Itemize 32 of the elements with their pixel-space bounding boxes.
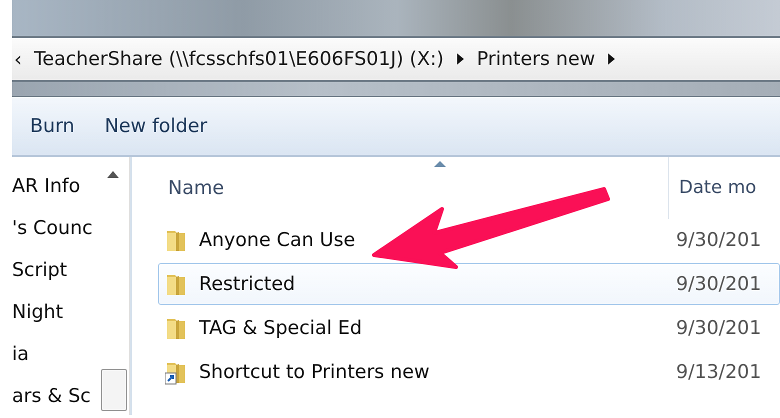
breadcrumb[interactable]: Printers new	[476, 48, 596, 70]
sidebar-item[interactable]: Night	[12, 291, 100, 333]
caret-icon[interactable]	[456, 52, 465, 66]
address-bar[interactable]: ‹ TeacherShare (\\fcsschfs01\E606FS01J) (X:) Printers new	[12, 36, 780, 82]
caret-icon[interactable]	[607, 52, 616, 66]
file-name: Shortcut to Printers new	[199, 361, 430, 383]
sidebar-item[interactable]: 's Counc	[12, 207, 100, 249]
breadcrumb[interactable]: TeacherShare (\\fcsschfs01\E606FS01J) (X:)	[34, 48, 444, 70]
sidebar-item[interactable]: ia	[12, 333, 100, 375]
overflow-chevron[interactable]: ‹	[14, 47, 22, 71]
toolbar-button[interactable]: New folder	[94, 111, 218, 141]
scrollbar[interactable]	[99, 157, 130, 415]
file-row[interactable]: Restricted 9/30/201	[158, 263, 780, 305]
date-cell-text: 9/30/201	[675, 317, 762, 339]
sort-arrow-icon	[434, 161, 446, 167]
toolbar-button[interactable]: Burn	[20, 111, 85, 141]
scroll-up-icon[interactable]	[107, 171, 120, 178]
sidebar-item[interactable]: AR Info	[12, 165, 100, 207]
sidebar-item[interactable]: ars & Sc	[12, 375, 100, 415]
column-header[interactable]: Name	[158, 177, 668, 199]
date-cell-text: 9/30/201	[675, 273, 762, 295]
sidebar-item[interactable]: Script	[12, 249, 100, 291]
file-row[interactable]: Shortcut to Printers new 9/13/201	[158, 351, 780, 393]
file-name: Restricted	[199, 273, 296, 295]
date-cell-text: 9/30/201	[675, 229, 762, 251]
file-row[interactable]: Anyone Can Use 9/30/201	[158, 219, 780, 261]
column-header[interactable]: Date mo	[668, 157, 756, 219]
file-name: TAG & Special Ed	[199, 317, 362, 339]
scroll-thumb[interactable]	[101, 369, 128, 411]
file-row[interactable]: TAG & Special Ed 9/30/201	[158, 307, 780, 349]
date-cell-text: 9/13/201	[675, 361, 762, 383]
file-name: Anyone Can Use	[199, 229, 356, 251]
